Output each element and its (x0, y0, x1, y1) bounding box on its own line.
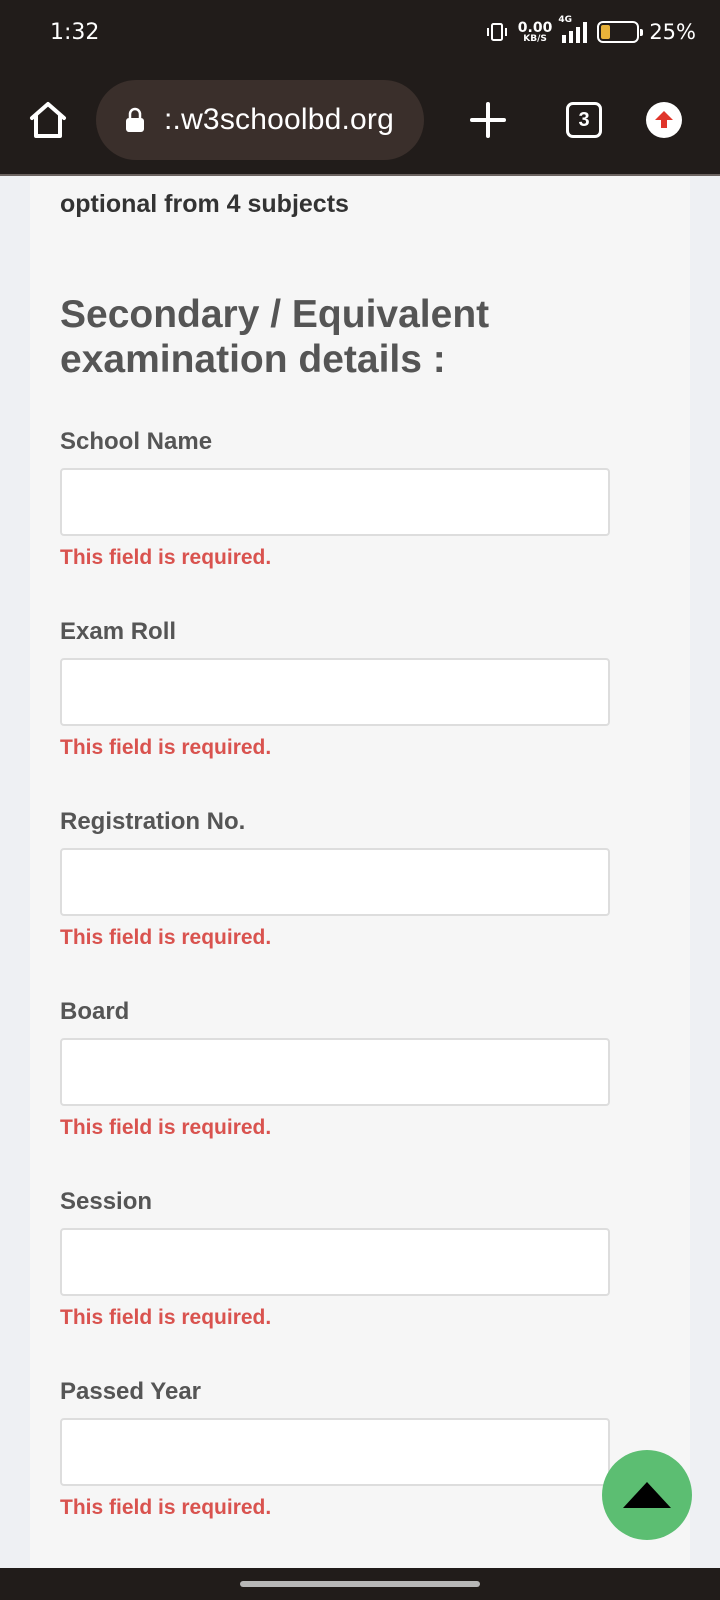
section-title: Secondary / Equivalent examination detai… (60, 293, 490, 381)
browser-toolbar: :.w3schoolbd.org 3 (0, 64, 720, 176)
battery-icon (597, 21, 644, 43)
session-label: Session (60, 1188, 153, 1215)
tab-count: 3 (578, 108, 590, 131)
school-name-input[interactable] (60, 468, 610, 536)
lock-icon (126, 107, 144, 132)
registration-no-input[interactable] (60, 848, 610, 916)
exam-roll-label: Exam Roll (60, 618, 177, 645)
status-time: 1:32 (50, 19, 100, 45)
tab-switcher-button[interactable]: 3 (566, 102, 602, 138)
school-name-error: This field is required. (60, 546, 272, 569)
battery-fill (601, 25, 610, 39)
update-button[interactable] (646, 102, 682, 138)
triangle-up-icon (623, 1482, 671, 1508)
passed-year-label: Passed Year (60, 1378, 202, 1405)
scroll-to-top-button[interactable] (602, 1450, 692, 1540)
network-speed-unit: KB/S (523, 33, 547, 44)
board-label: Board (60, 998, 130, 1025)
exam-roll-error: This field is required. (60, 736, 272, 759)
status-indicators: 0.00 KB/S 4G 25% (486, 15, 696, 44)
home-gesture-handle[interactable] (240, 1581, 480, 1587)
home-icon[interactable] (24, 96, 72, 144)
url-text: :.w3schoolbd.org (164, 103, 395, 136)
plus-icon[interactable] (468, 100, 508, 140)
network-speed-value: 0.00 (517, 19, 553, 36)
school-name-label: School Name (60, 428, 213, 455)
intro-text: optional from 4 subjects (60, 190, 349, 218)
network-type: 4G (558, 15, 572, 25)
board-input[interactable] (60, 1038, 610, 1106)
registration-no-error: This field is required. (60, 926, 272, 949)
network-speed: 0.00 KB/S (518, 21, 553, 44)
signal-icon: 4G (558, 15, 588, 43)
board-error: This field is required. (60, 1116, 272, 1139)
exam-roll-input[interactable] (60, 658, 610, 726)
arrow-up-icon (655, 111, 673, 128)
address-bar[interactable]: :.w3schoolbd.org (96, 80, 424, 160)
registration-no-label: Registration No. (60, 808, 246, 835)
system-navigation-bar (0, 1568, 720, 1600)
session-input[interactable] (60, 1228, 610, 1296)
battery-percent: 25% (649, 20, 696, 44)
status-bar: 1:32 0.00 KB/S 4G 25% (0, 0, 720, 64)
session-error: This field is required. (60, 1306, 272, 1329)
vibrate-icon (486, 23, 507, 41)
passed-year-error: This field is required. (60, 1496, 272, 1519)
passed-year-input[interactable] (60, 1418, 610, 1486)
